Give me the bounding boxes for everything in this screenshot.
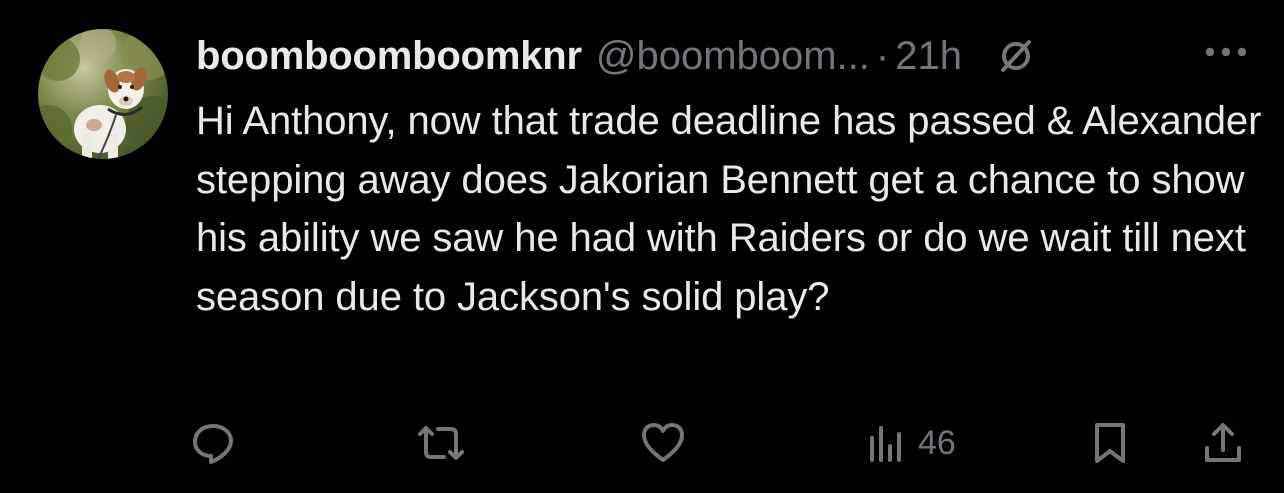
share-button[interactable] (1202, 420, 1244, 466)
avatar[interactable] (38, 29, 168, 159)
like-button[interactable] (638, 420, 688, 466)
tweet-text: Hi Anthony, now that trade deadline has … (196, 99, 1262, 319)
views-chart-icon (866, 420, 906, 466)
muted-circle-slash-icon (996, 36, 1036, 76)
retweet-button[interactable] (414, 420, 468, 466)
heart-icon (638, 420, 688, 466)
bookmark-button[interactable] (1090, 420, 1130, 466)
tweet-header: boomboomboomknr @boomboom... · 21h (196, 28, 1036, 84)
tweet[interactable]: boomboomboomknr @boomboom... · 21h Hi An… (0, 0, 1284, 493)
tweet-actions-bar: 46 (0, 410, 1284, 476)
author-handle[interactable]: @boomboom... (596, 28, 870, 84)
views-count: 46 (918, 423, 956, 462)
reply-icon (190, 420, 236, 466)
more-dots-icon[interactable] (1196, 40, 1256, 64)
separator-dot: · (875, 34, 890, 78)
views-button[interactable]: 46 (866, 420, 956, 466)
reply-button[interactable] (190, 420, 236, 466)
bookmark-icon (1090, 420, 1130, 466)
author-display-name[interactable]: boomboomboomknr (196, 28, 582, 84)
timestamp[interactable]: 21h (895, 28, 962, 84)
share-icon (1202, 420, 1244, 466)
retweet-icon (414, 420, 468, 466)
